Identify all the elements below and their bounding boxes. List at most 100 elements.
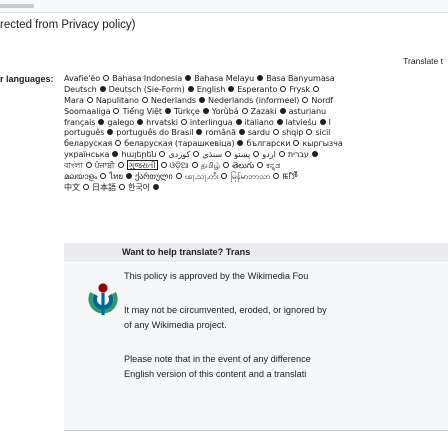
language-link[interactable]: کوردی bbox=[168, 149, 190, 159]
translation-status-icon bbox=[160, 162, 167, 169]
translation-status-icon bbox=[112, 151, 119, 158]
language-link[interactable]: Soomaaliga bbox=[64, 106, 111, 116]
translation-status-icon bbox=[306, 129, 313, 136]
language-link[interactable]: português do Brasil bbox=[116, 127, 193, 137]
language-link[interactable]: ਪੰਜਾਬੀ bbox=[95, 160, 115, 170]
translation-status-icon bbox=[99, 85, 106, 92]
language-link[interactable]: sicil bbox=[315, 127, 330, 137]
language-link[interactable]: 日本語 bbox=[92, 182, 116, 192]
language-link[interactable]: Tiếng Việt bbox=[122, 106, 162, 116]
translation-status-icon bbox=[141, 96, 148, 103]
language-link[interactable]: Napulitano bbox=[96, 95, 139, 105]
language-link[interactable]: ไทย bbox=[109, 171, 123, 181]
language-link[interactable]: Bahasa Indonesia bbox=[112, 73, 182, 83]
language-link[interactable]: Nordf bbox=[311, 95, 333, 105]
language-link[interactable]: беларуская (тарашкевіца) bbox=[124, 138, 234, 148]
language-link[interactable]: беларуская bbox=[64, 138, 112, 148]
language-link[interactable]: հայերեն bbox=[121, 149, 156, 159]
notice-project-text: of any Wikimedia project. bbox=[124, 320, 227, 330]
translate-link[interactable]: Translate t bbox=[403, 56, 443, 66]
language-link[interactable]: עברית bbox=[288, 149, 309, 159]
policy-notice: This policy is approved by the Wikimedia… bbox=[64, 263, 448, 431]
translation-status-icon bbox=[199, 96, 206, 103]
language-link[interactable]: hrvatski bbox=[146, 117, 178, 127]
language-link[interactable]: latviešu bbox=[286, 117, 317, 127]
language-link[interactable]: українська bbox=[64, 149, 109, 159]
translation-status-icon bbox=[153, 183, 160, 190]
translation-status-icon bbox=[272, 129, 279, 136]
language-link[interactable]: română bbox=[205, 127, 236, 137]
language-link[interactable]: Nederlands bbox=[151, 95, 196, 105]
translation-status-icon bbox=[193, 151, 200, 158]
translation-status-icon bbox=[311, 151, 318, 158]
language-link[interactable]: sardu bbox=[248, 127, 270, 137]
language-link[interactable]: اردو bbox=[262, 149, 276, 159]
language-link[interactable]: български bbox=[246, 138, 290, 148]
language-link[interactable]: ქართული bbox=[135, 171, 173, 181]
translation-status-icon bbox=[185, 75, 192, 81]
translation-status-icon bbox=[100, 173, 107, 180]
language-row: Avafie'ẽo Bahasa Indonesia Bahasa Melayu Ba… bbox=[64, 73, 448, 84]
translation-status-icon bbox=[191, 162, 198, 169]
language-link[interactable]: Avafie'ẽo bbox=[64, 73, 100, 83]
language-link[interactable]: Mara bbox=[64, 95, 84, 105]
language-link[interactable]: français bbox=[64, 117, 95, 127]
language-link[interactable]: Deutsch (Sie-Form) bbox=[109, 84, 185, 94]
language-link[interactable]: မြန်မာဘာသာ bbox=[230, 171, 270, 181]
language-list: Avafie'ẽo Bahasa Indonesia Bahasa Melayu Ba… bbox=[64, 73, 448, 193]
language-link[interactable]: 中文 bbox=[64, 182, 80, 192]
language-link[interactable]: кыргызча bbox=[302, 138, 342, 148]
language-link[interactable]: asturianu bbox=[289, 106, 326, 116]
language-row: Soomaaliga Tiếng Việt Türkçe Yorùbá Zazaki as… bbox=[64, 106, 448, 117]
language-link[interactable]: português bbox=[64, 127, 104, 137]
translation-status-icon bbox=[159, 151, 166, 158]
translation-status-icon bbox=[278, 151, 285, 158]
language-link[interactable]: ગુજરાતી bbox=[126, 160, 158, 171]
language-link[interactable]: galego bbox=[107, 117, 134, 127]
language-link[interactable]: Basa Banyumasa bbox=[266, 73, 335, 83]
language-link[interactable]: italiano bbox=[245, 117, 274, 127]
translation-status-icon bbox=[98, 118, 105, 125]
language-link[interactable]: Nederlands (informeel) bbox=[208, 95, 299, 105]
language-link[interactable]: മലയാളം bbox=[64, 171, 97, 181]
language-link[interactable]: தமிழ் bbox=[201, 160, 221, 170]
language-row: Mara Napulitano Nederlands Nederlands (info… bbox=[64, 95, 448, 106]
translate-help-text: Want to help translate? Trans bbox=[122, 247, 251, 257]
language-link[interactable]: ꯃꯤꯇꯩ bbox=[282, 171, 297, 181]
translation-status-icon bbox=[225, 151, 232, 158]
language-link[interactable]: Yorùbá bbox=[212, 106, 239, 116]
translation-status-icon bbox=[113, 107, 120, 114]
language-link[interactable]: interlingua bbox=[190, 117, 233, 127]
language-link[interactable]: l bbox=[329, 117, 331, 127]
notice-circumvent-text: It may not be circumvented, eroded, or i… bbox=[124, 305, 327, 315]
language-row: 中文 日本語 한국어 bbox=[64, 182, 448, 193]
translation-status-icon bbox=[86, 96, 93, 103]
translation-status-icon bbox=[83, 183, 89, 190]
language-link[interactable]: Türkçe bbox=[174, 106, 200, 116]
language-link[interactable]: Frysk bbox=[289, 84, 310, 94]
translation-status-icon bbox=[117, 162, 124, 169]
translation-status-icon bbox=[202, 107, 209, 114]
language-link[interactable]: Bahasa Melayu bbox=[194, 73, 254, 83]
language-link[interactable]: ၽႃႇသႃႇတႆး bbox=[185, 171, 219, 181]
language-link[interactable]: ಕನ್ನಡ bbox=[266, 160, 280, 170]
translation-status-icon bbox=[280, 85, 287, 92]
language-link[interactable]: বাংলা bbox=[64, 160, 83, 170]
notice-approved-text: This policy is approved by the Wikimedia… bbox=[124, 271, 309, 281]
language-link[interactable]: shqip bbox=[282, 127, 303, 137]
language-link[interactable]: 한국어 bbox=[128, 182, 150, 192]
language-link[interactable]: ଓଡ଼ିଆ bbox=[170, 160, 189, 170]
translation-status-icon bbox=[180, 118, 187, 125]
translation-status-icon bbox=[235, 118, 242, 125]
translation-status-icon bbox=[107, 129, 114, 136]
language-link[interactable]: سنڌي bbox=[202, 149, 222, 159]
language-row: українська հայերեն עברית اردو پښتو سنڌي کوردی bbox=[64, 149, 448, 160]
translation-status-icon bbox=[126, 173, 133, 180]
language-link[interactable]: پښتو bbox=[234, 149, 250, 159]
language-link[interactable]: Esperanto bbox=[237, 84, 277, 94]
language-link[interactable]: Zazaki bbox=[251, 106, 277, 116]
language-link[interactable]: Deutsch bbox=[64, 84, 97, 94]
language-link[interactable]: తెలుగు bbox=[232, 160, 254, 170]
language-row: français galego hrvatski interlingua italian… bbox=[64, 117, 448, 128]
language-link[interactable]: English bbox=[197, 84, 226, 94]
